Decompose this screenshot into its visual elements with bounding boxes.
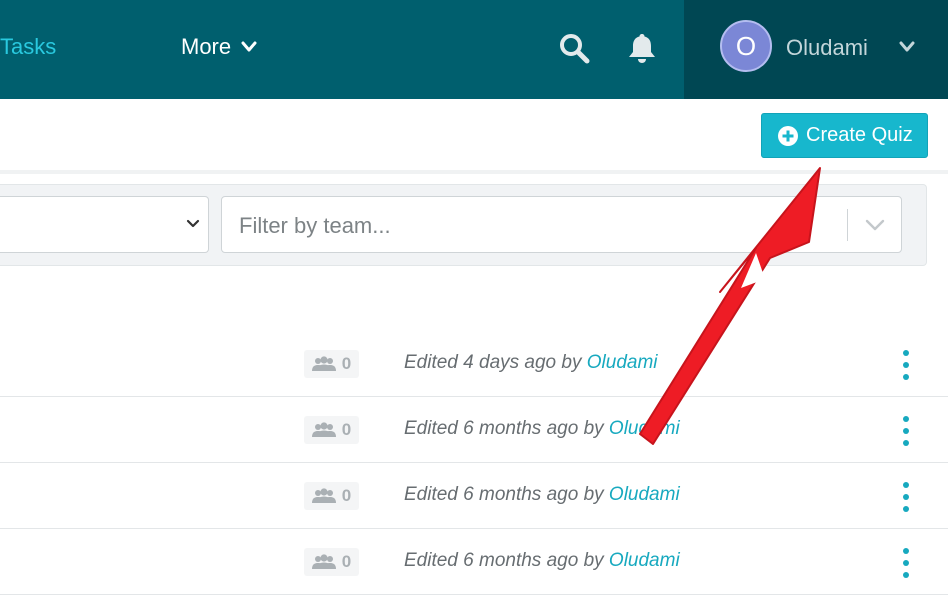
chevron-down-icon bbox=[186, 219, 200, 228]
team-filter-separator bbox=[847, 209, 848, 241]
participants-badge: 0 bbox=[304, 416, 359, 444]
avatar[interactable]: O bbox=[720, 20, 772, 72]
chevron-down-icon bbox=[241, 41, 257, 52]
avatar-initial: O bbox=[735, 30, 757, 61]
participants-count: 0 bbox=[341, 486, 352, 505]
participants-count: 0 bbox=[341, 420, 352, 439]
search-icon[interactable] bbox=[556, 30, 592, 66]
bell-icon[interactable] bbox=[624, 30, 660, 66]
edited-info: Edited 6 months ago by Oludami bbox=[404, 418, 680, 440]
kebab-menu-icon[interactable] bbox=[896, 350, 916, 380]
table-row[interactable]: 0 Edited 6 months ago by Oludami bbox=[0, 529, 948, 595]
table-row[interactable]: 0 Edited 6 months ago by Oludami bbox=[0, 397, 948, 463]
author-link[interactable]: Oludami bbox=[609, 484, 680, 505]
chevron-down-icon[interactable] bbox=[898, 40, 916, 54]
nav-tasks-link[interactable]: Tasks bbox=[0, 34, 56, 60]
participants-count: 0 bbox=[341, 552, 352, 571]
edited-text: Edited 6 months ago by bbox=[404, 484, 609, 505]
edited-info: Edited 6 months ago by Oludami bbox=[404, 550, 680, 572]
edited-info: Edited 4 days ago by Oludami bbox=[404, 352, 658, 374]
users-icon bbox=[311, 488, 336, 503]
users-icon bbox=[311, 422, 336, 437]
nav-more-dropdown[interactable]: More bbox=[181, 34, 257, 60]
edited-info: Edited 6 months ago by Oludami bbox=[404, 484, 680, 506]
participants-badge: 0 bbox=[304, 548, 359, 576]
kebab-menu-icon[interactable] bbox=[896, 416, 916, 446]
participants-count: 0 bbox=[341, 354, 352, 373]
filter-select[interactable] bbox=[0, 196, 209, 253]
nav-more-label: More bbox=[181, 34, 232, 59]
chevron-down-icon[interactable] bbox=[864, 218, 886, 232]
participants-badge: 0 bbox=[304, 482, 359, 510]
author-link[interactable]: Oludami bbox=[609, 550, 680, 571]
users-icon bbox=[311, 356, 336, 371]
team-filter-input[interactable] bbox=[237, 209, 841, 243]
plus-circle-icon bbox=[778, 125, 798, 146]
user-name[interactable]: Oludami bbox=[786, 35, 868, 61]
table-row[interactable]: 0 Edited 4 days ago by Oludami bbox=[0, 331, 948, 397]
author-link[interactable]: Oludami bbox=[587, 352, 658, 373]
team-filter[interactable] bbox=[221, 196, 902, 253]
create-quiz-label: Create Quiz bbox=[806, 124, 913, 146]
kebab-menu-icon[interactable] bbox=[896, 482, 916, 512]
edited-text: Edited 6 months ago by bbox=[404, 550, 609, 571]
participants-badge: 0 bbox=[304, 350, 359, 378]
create-quiz-button[interactable]: Create Quiz bbox=[761, 113, 928, 158]
edited-text: Edited 6 months ago by bbox=[404, 418, 609, 439]
table-row[interactable]: 0 Edited 6 months ago by Oludami bbox=[0, 463, 948, 529]
edited-text: Edited 4 days ago by bbox=[404, 352, 587, 373]
kebab-menu-icon[interactable] bbox=[896, 548, 916, 578]
toolbar-divider bbox=[0, 170, 948, 174]
users-icon bbox=[311, 554, 336, 569]
author-link[interactable]: Oludami bbox=[609, 418, 680, 439]
